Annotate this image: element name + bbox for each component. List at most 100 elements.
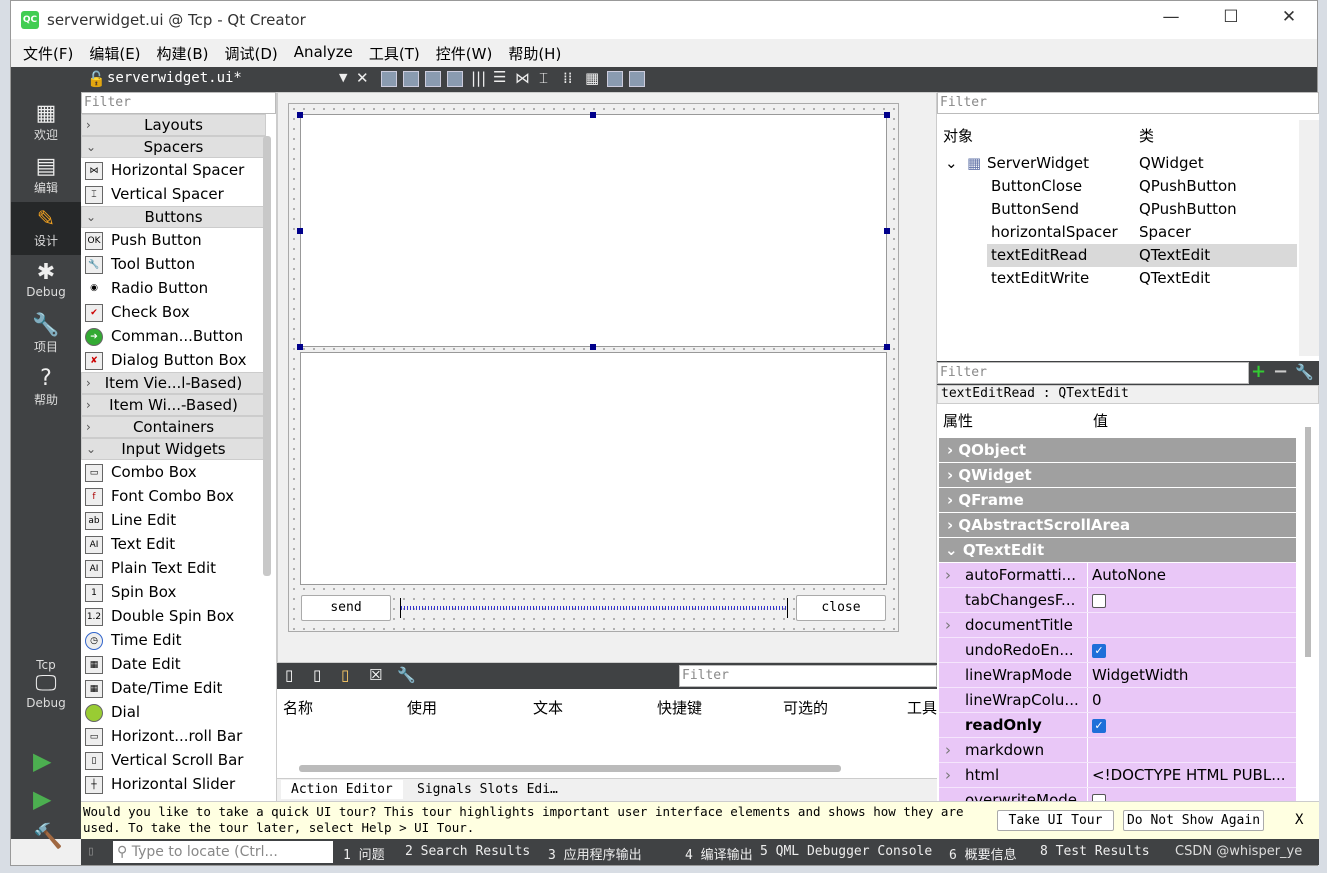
property-row[interactable]: › documentTitle	[939, 613, 1296, 638]
property-row[interactable]: lineWrapMode WidgetWidth	[939, 663, 1296, 688]
mode-edit[interactable]: ▤ 编辑	[11, 149, 81, 202]
widget-check-box[interactable]: ✔ Check Box	[81, 300, 266, 324]
property-filter-input[interactable]: Filter	[937, 362, 1249, 384]
property-value[interactable]: <!DOCTYPE HTML PUBL...	[1087, 763, 1296, 787]
chevron-right-icon[interactable]: ›	[945, 763, 951, 788]
category-spacers[interactable]: ⌄ Spacers	[81, 136, 266, 158]
pane-application-output[interactable]: 3 应用程序输出	[548, 844, 642, 863]
mode-debug[interactable]: ✱ Debug	[11, 255, 81, 308]
category-input-widgets[interactable]: ⌄ Input Widgets	[81, 438, 266, 460]
horizontal-spacer[interactable]	[400, 598, 788, 618]
menu-edit[interactable]: 编辑(E)	[81, 39, 148, 67]
selection-handle[interactable]	[884, 112, 890, 118]
selection-handle[interactable]	[297, 344, 303, 350]
widget-combo-box[interactable]: ▭ Combo Box	[81, 460, 266, 484]
chevron-down-icon[interactable]: ▼	[339, 71, 347, 84]
category-item-views[interactable]: › Item Vie...l-Based)	[81, 372, 266, 394]
debug-run-icon[interactable]: ▶	[33, 785, 51, 813]
header-property[interactable]: 属性	[943, 404, 973, 438]
kit-selector[interactable]: Tcp 🖵 Debug	[11, 652, 81, 732]
group-qframe[interactable]: › QFrame	[939, 488, 1296, 513]
widget-time-edit[interactable]: ◷ Time Edit	[81, 628, 266, 652]
toggle-sidebar-icon[interactable]: ▯	[87, 844, 95, 859]
close-window-button[interactable]: ✕	[1269, 7, 1309, 33]
tree-row[interactable]: ButtonClose QPushButton	[937, 175, 1297, 198]
pane-search-results[interactable]: 2 Search Results	[405, 844, 530, 859]
build-hammer-icon[interactable]: 🔨	[33, 822, 63, 850]
delete-action-icon[interactable]: ☒	[369, 666, 382, 684]
pane-test-results[interactable]: 8 Test Results	[1040, 844, 1150, 859]
selection-handle[interactable]	[297, 228, 303, 234]
menu-build[interactable]: 构建(B)	[149, 39, 217, 67]
object-filter-input[interactable]: Filter	[937, 92, 1319, 114]
pane-qml-debugger[interactable]: 5 QML Debugger Console	[760, 844, 932, 859]
widget-vertical-scroll-bar[interactable]: ▯ Vertical Scroll Bar	[81, 748, 266, 772]
server-widget-form[interactable]: send close	[288, 103, 899, 632]
edit-tab-order-icon[interactable]	[447, 71, 463, 87]
column-shortcut[interactable]: 快捷键	[657, 697, 702, 718]
text-edit-write[interactable]	[300, 352, 887, 585]
widget-text-edit[interactable]: AI Text Edit	[81, 532, 266, 556]
column-text[interactable]: 文本	[533, 697, 563, 718]
run-icon[interactable]: ▶	[33, 747, 51, 775]
widget-font-combo-box[interactable]: f Font Combo Box	[81, 484, 266, 508]
category-item-widgets[interactable]: › Item Wi...-Based)	[81, 394, 266, 416]
widget-date-edit[interactable]: ▦ Date Edit	[81, 652, 266, 676]
property-value[interactable]	[1087, 588, 1296, 612]
category-layouts[interactable]: › Layouts	[81, 114, 266, 136]
tab-signals-slots[interactable]: Signals Slots Edi…	[417, 782, 558, 797]
pane-issues[interactable]: 1 问题	[343, 844, 385, 863]
property-value[interactable]: AutoNone	[1087, 563, 1296, 587]
configure-icon[interactable]: 🔧	[1295, 363, 1314, 381]
property-row[interactable]: lineWrapColu... 0	[939, 688, 1296, 713]
widget-filter-input[interactable]: Filter	[81, 92, 276, 114]
close-tour-button[interactable]: X	[1295, 812, 1303, 828]
new-action-icon[interactable]: ▯	[285, 666, 293, 684]
menu-widgets[interactable]: 控件(W)	[428, 39, 501, 67]
column-used[interactable]: 使用	[407, 697, 437, 718]
widget-horizontal-scroll-bar[interactable]: ▭ Horizont...roll Bar	[81, 724, 266, 748]
property-row[interactable]: readOnly ✓	[939, 713, 1296, 738]
selection-handle[interactable]	[590, 344, 596, 350]
property-scrollbar[interactable]	[1305, 427, 1311, 657]
header-object[interactable]: 对象	[943, 120, 973, 152]
column-name[interactable]: 名称	[283, 697, 313, 718]
edit-buddies-icon[interactable]	[425, 71, 441, 87]
category-containers[interactable]: › Containers	[81, 416, 266, 438]
property-row[interactable]: › html <!DOCTYPE HTML PUBL...	[939, 763, 1296, 788]
column-tooltip[interactable]: 工具	[907, 697, 937, 718]
action-filter-input[interactable]: Filter	[679, 665, 937, 687]
chevron-right-icon[interactable]: ›	[945, 613, 951, 638]
chevron-right-icon[interactable]: ›	[945, 563, 951, 588]
mode-projects[interactable]: 🔧 项目	[11, 308, 81, 361]
tree-row-selected[interactable]: textEditRead QTextEdit	[987, 244, 1297, 267]
widget-dial[interactable]: Dial	[81, 700, 266, 724]
property-value[interactable]: ✓	[1087, 713, 1296, 737]
group-qobject[interactable]: › QObject	[939, 438, 1296, 463]
break-layout-icon[interactable]	[607, 71, 623, 87]
property-value[interactable]	[1087, 613, 1296, 637]
widget-box-scrollbar[interactable]	[263, 136, 271, 576]
add-property-icon[interactable]: +	[1251, 361, 1266, 382]
layout-horizontal-icon[interactable]: |||	[471, 69, 486, 87]
remove-property-icon[interactable]: −	[1273, 361, 1288, 382]
file-tab[interactable]: serverwidget.ui*	[107, 70, 242, 86]
widget-plain-text-edit[interactable]: AI Plain Text Edit	[81, 556, 266, 580]
checkbox[interactable]	[1092, 593, 1106, 608]
widget-command-link-button[interactable]: ➔ Comman...Button	[81, 324, 266, 348]
property-value[interactable]	[1087, 788, 1296, 801]
widget-spin-box[interactable]: 1 Spin Box	[81, 580, 266, 604]
menu-file[interactable]: 文件(F)	[15, 39, 81, 67]
property-value[interactable]: WidgetWidth	[1087, 663, 1296, 687]
column-checkable[interactable]: 可选的	[783, 697, 828, 718]
chevron-right-icon[interactable]: ›	[945, 738, 951, 763]
configure-icon[interactable]: 🔧	[397, 666, 416, 684]
widget-horizontal-slider[interactable]: ┼ Horizontal Slider	[81, 772, 266, 796]
pane-compile-output[interactable]: 4 编译输出	[685, 844, 753, 863]
group-qabstractscrollarea[interactable]: › QAbstractScrollArea	[939, 513, 1296, 538]
tree-row[interactable]: horizontalSpacer Spacer	[937, 221, 1297, 244]
widget-tool-button[interactable]: 🔧 Tool Button	[81, 252, 266, 276]
property-row[interactable]: overwriteMode	[939, 788, 1296, 801]
mode-design[interactable]: ✎ 设计	[11, 202, 81, 255]
property-row[interactable]: › autoFormatti... AutoNone	[939, 563, 1296, 588]
